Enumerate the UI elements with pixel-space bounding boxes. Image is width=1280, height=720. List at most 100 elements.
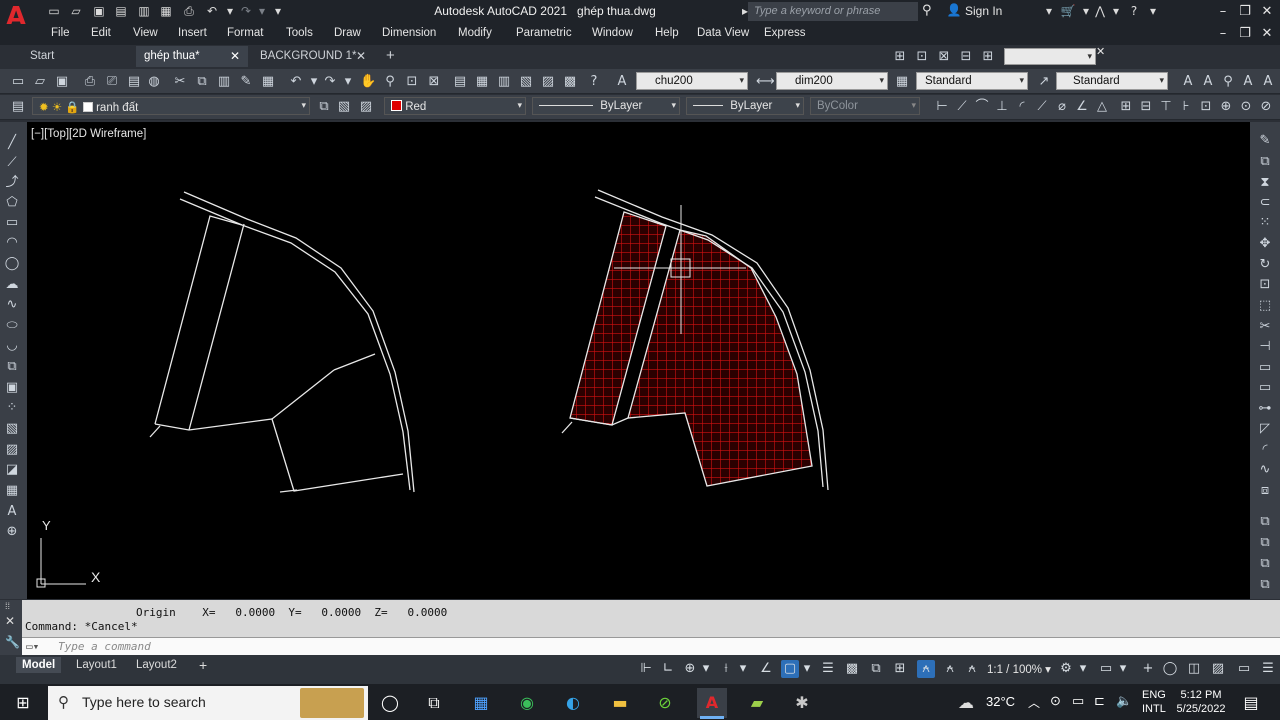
menu-help[interactable]: Help <box>655 27 679 39</box>
sheet-set-icon[interactable]: ▧ <box>518 74 534 90</box>
copy-object-icon[interactable]: ⧉ <box>1257 154 1273 170</box>
polyline-icon[interactable]: ⤴ <box>4 175 20 191</box>
linear-dim-icon[interactable]: ⊢ <box>934 99 950 115</box>
sign-in-link[interactable]: Sign In <box>965 4 1002 18</box>
save-web-icon[interactable]: ▦ <box>158 4 174 19</box>
layer-properties-icon[interactable]: ▤ <box>10 99 26 115</box>
transparency-icon[interactable]: ▩ <box>843 660 861 678</box>
block-editor-icon[interactable]: ▦ <box>260 74 276 90</box>
arc-length-icon[interactable]: ⌒ <box>974 99 990 115</box>
tray-network-icon[interactable]: ⊏ <box>1094 693 1105 709</box>
plot-preview-icon[interactable]: ⎚ <box>104 74 120 90</box>
point-icon[interactable]: ⁘ <box>4 400 20 416</box>
bring-above-icon[interactable]: ⧉ <box>1257 556 1273 572</box>
undo-icon[interactable]: ↶ <box>204 4 220 19</box>
excel-like-icon[interactable]: ▰ <box>746 692 768 714</box>
chamfer-icon[interactable]: ◸ <box>1257 421 1273 437</box>
osnap-dropdown-icon[interactable]: ▾ <box>801 660 813 678</box>
new-icon[interactable]: ▭ <box>10 74 26 90</box>
command-close-icon[interactable]: ✕ <box>5 614 15 628</box>
layer-previous-icon[interactable]: ▧ <box>336 99 352 115</box>
command-prompt-icon[interactable]: ▭▾ <box>26 640 39 653</box>
menu-window[interactable]: Window <box>592 27 633 39</box>
layer-select[interactable]: ✹ ☀ 🔒 ranh đất ▾ <box>32 97 310 115</box>
annotation-scale-value[interactable]: 1:1 / 100% ▾ <box>987 662 1051 676</box>
edit-text-icon[interactable]: A <box>1200 74 1216 90</box>
drawing-viewport[interactable] <box>27 122 1250 599</box>
move-icon[interactable]: ✥ <box>1257 236 1273 252</box>
model-space-icon[interactable]: ⊩ <box>637 660 655 678</box>
continue-dim-icon[interactable]: ⊟ <box>1138 99 1154 115</box>
make-current-layer-icon[interactable]: ⧉ <box>316 99 332 115</box>
zoom-scale-icon[interactable]: ⊟ <box>958 49 974 65</box>
scale-text-icon[interactable]: A <box>1260 74 1276 90</box>
infer-constraints-icon[interactable]: ⟊ <box>717 660 735 678</box>
add-selected-icon[interactable]: ⊕ <box>4 524 20 540</box>
microsoft-store-icon[interactable]: ▦ <box>470 692 492 714</box>
new-tab-button[interactable]: + <box>380 46 404 67</box>
copy-icon[interactable]: ⧉ <box>194 74 210 90</box>
menu-draw[interactable]: Draw <box>334 27 361 39</box>
hatch-icon[interactable]: ▧ <box>4 421 20 437</box>
plot-icon[interactable]: ⎙ <box>82 74 98 90</box>
plot-icon[interactable]: ⎙ <box>181 4 197 19</box>
offset-icon[interactable]: ⊂ <box>1257 195 1273 211</box>
tolerance-icon[interactable]: ⊡ <box>1198 99 1214 115</box>
close-icon[interactable]: ✕ <box>1256 2 1278 22</box>
lineweight-icon[interactable]: ☰ <box>819 660 837 678</box>
zoom-window-icon[interactable]: ⊡ <box>404 74 420 90</box>
menu-edit[interactable]: Edit <box>91 27 111 39</box>
task-view-icon[interactable]: ⧉ <box>423 692 445 714</box>
gradient-icon[interactable]: ▨ <box>4 442 20 458</box>
menu-parametric[interactable]: Parametric <box>516 27 572 39</box>
tab-layout2[interactable]: Layout2 <box>130 657 183 673</box>
tab-model[interactable]: Model <box>16 657 62 673</box>
cortana-icon[interactable]: ◯ <box>379 692 401 714</box>
menu-format[interactable]: Format <box>227 27 263 39</box>
stretch-icon[interactable]: ⬚ <box>1257 298 1273 314</box>
tray-volume-icon[interactable]: 🔈 <box>1116 693 1132 709</box>
autocad-taskbar-icon[interactable]: A <box>697 688 727 718</box>
redo-dropdown-icon[interactable]: ▾ <box>254 4 270 19</box>
circle-icon[interactable]: ◯ <box>4 256 20 272</box>
dim-space-icon[interactable]: ⊤ <box>1158 99 1174 115</box>
snap-dropdown-icon[interactable]: ▾ <box>700 660 712 678</box>
pan-icon[interactable]: ✋ <box>360 74 376 90</box>
tab-background-1[interactable]: BACKGROUND 1* ✕ <box>252 46 372 67</box>
clock[interactable]: 5:12 PM 5/25/2022 <box>1174 688 1228 716</box>
workspace-gear-icon[interactable]: ⚙ <box>1057 660 1075 678</box>
save-icon[interactable]: ▣ <box>54 74 70 90</box>
ordinate-dim-icon[interactable]: ⊥ <box>994 99 1010 115</box>
diameter-dim-icon[interactable]: ⌀ <box>1054 99 1070 115</box>
menu-insert[interactable]: Insert <box>178 27 207 39</box>
quick-calc-icon[interactable]: ▩ <box>562 74 578 90</box>
draw-order-front-icon[interactable]: ⧉ <box>1257 514 1273 530</box>
menu-file[interactable]: File <box>51 27 70 39</box>
multileader-style-select[interactable]: Standard ▾ <box>1056 72 1168 90</box>
tray-meet-icon[interactable]: ⊙ <box>1050 693 1061 709</box>
trim-icon[interactable]: ✂ <box>1257 319 1273 335</box>
redo-dropdown-icon[interactable]: ▾ <box>340 74 356 90</box>
notifications-icon[interactable]: ▤ <box>1240 692 1262 714</box>
explode-icon[interactable]: ⧈ <box>1257 483 1273 499</box>
text-icon[interactable]: A <box>1180 74 1196 90</box>
spline-icon[interactable]: ∿ <box>4 297 20 313</box>
aligned-dim-icon[interactable]: ⟋ <box>954 99 970 115</box>
snap-mode-icon[interactable]: ⊕ <box>681 660 699 678</box>
doc-close-icon[interactable]: ✕ <box>1256 24 1278 44</box>
tool-palettes-icon[interactable]: ▥ <box>496 74 512 90</box>
add-layout-button[interactable]: + <box>193 657 213 673</box>
restore-icon[interactable]: ❐ <box>1234 2 1256 22</box>
erase-icon[interactable]: ✎ <box>1257 133 1273 149</box>
insert-block-icon[interactable]: ⧉ <box>4 359 20 375</box>
break-icon[interactable]: ▭ <box>1257 380 1273 396</box>
jogged-dim-icon[interactable]: ⟋ <box>1034 99 1050 115</box>
table-style-icon[interactable]: ▦ <box>894 74 910 90</box>
autodesk-a360-icon[interactable]: ⋀ <box>1092 4 1108 19</box>
ellipse-icon[interactable]: ⬭ <box>4 318 20 334</box>
isolate-objects-icon[interactable]: ◫ <box>1185 660 1203 678</box>
zoom-all-icon[interactable]: ⊠ <box>936 49 952 65</box>
linetype-select[interactable]: ByLayer ▾ <box>532 97 680 115</box>
text-style-select[interactable]: chu200 ▾ <box>636 72 748 90</box>
file-explorer-icon[interactable]: ▬ <box>609 692 631 714</box>
